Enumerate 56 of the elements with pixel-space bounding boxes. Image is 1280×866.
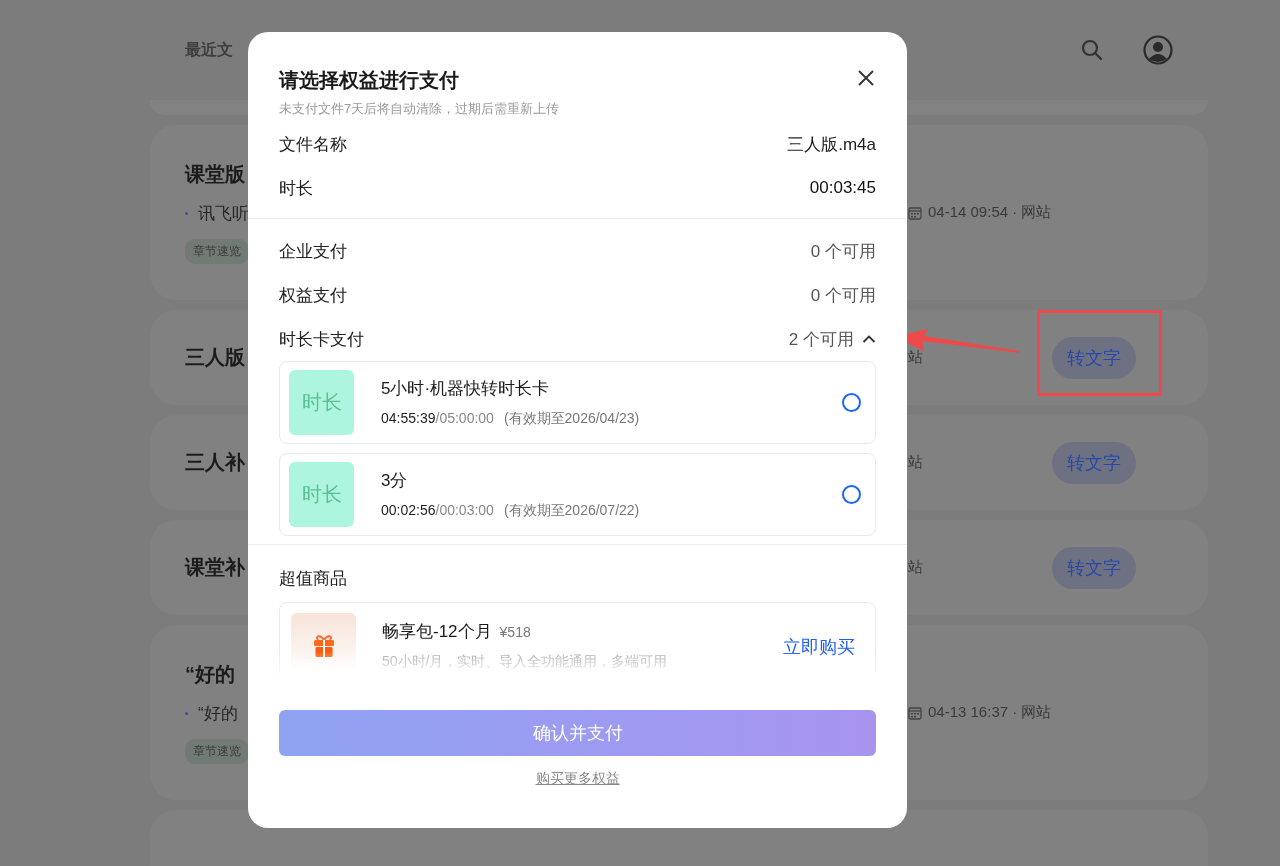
file-meta: 站	[908, 348, 923, 367]
file-title: 三人版	[185, 345, 245, 370]
total-time: /05:00:00	[435, 410, 494, 428]
radio-button[interactable]	[842, 393, 861, 412]
chapter-tag: 章节速览	[185, 739, 249, 764]
card-name: 5小时·机器快转时长卡	[381, 378, 551, 400]
card-badge: 时长	[289, 462, 354, 527]
payment-method: 企业支付	[279, 240, 347, 263]
summary-text: “好的	[198, 703, 238, 725]
field-label: 文件名称	[279, 133, 347, 156]
remaining-time: 00:02:56	[381, 502, 436, 520]
buy-more-link[interactable]: 购买更多权益	[535, 770, 620, 788]
dialog-subtitle: 未支付文件7天后将自动清除，过期后需重新上传	[279, 100, 561, 118]
field-label: 时长	[279, 177, 313, 200]
validity-date: (有效期至2026/07/22)	[503, 502, 640, 520]
file-title: 课堂补	[185, 555, 245, 580]
duration-card[interactable]: 时长 5小时·机器快转时长卡 04:55:39/05:00:00 (有效期至2026/04/23)	[279, 361, 876, 444]
available-count: 2 个可用	[788, 328, 854, 351]
card-badge: 时长	[289, 370, 354, 435]
payment-method: 权益支付	[279, 284, 347, 307]
product-description: 50小时/月，实时、导入全功能通用，多端可用	[382, 653, 669, 671]
available-count: 0 个可用	[810, 284, 876, 307]
search-icon[interactable]	[1081, 39, 1103, 61]
file-meta: 04-13 16:37 · 网站	[928, 703, 1052, 722]
section-title: 最近文	[185, 39, 234, 60]
file-title: 三人补	[185, 450, 245, 475]
validity-date: (有效期至2026/04/23)	[503, 410, 640, 428]
file-meta: 站	[908, 558, 923, 577]
file-meta: 站	[908, 453, 923, 472]
file-meta: 04-14 09:54 · 网站	[928, 203, 1052, 222]
bullet-icon	[185, 712, 188, 715]
product-name: 畅享包-12个月	[382, 621, 492, 643]
field-value: 三人版.m4a	[787, 133, 876, 156]
calendar-icon	[908, 205, 922, 220]
dialog-title: 请选择权益进行支付	[279, 68, 459, 93]
duration-card[interactable]: 时长 3分 00:02:56/00:03:00 (有效期至2026/07/22)	[279, 453, 876, 536]
chapter-tag: 章节速览	[185, 239, 249, 264]
summary-text: 讯飞听	[198, 203, 249, 225]
payment-method[interactable]: 时长卡支付	[279, 327, 364, 351]
field-value: 00:03:45	[809, 178, 876, 198]
remaining-time: 04:55:39	[381, 410, 436, 428]
radio-button[interactable]	[842, 485, 861, 504]
file-title: “好的	[185, 662, 235, 687]
avatar-icon[interactable]	[1143, 35, 1173, 65]
file-title: 课堂版	[185, 162, 245, 187]
buy-now-link[interactable]: 立即购买	[783, 635, 855, 659]
bullet-icon	[185, 212, 188, 215]
total-time: /00:03:00	[435, 502, 494, 520]
chevron-icon[interactable]	[862, 334, 876, 344]
card-name: 3分	[381, 470, 409, 492]
calendar-icon	[908, 705, 922, 720]
close-icon[interactable]	[858, 70, 874, 86]
gift-icon	[312, 633, 335, 658]
section-heading: 超值商品	[279, 568, 348, 590]
available-count: 0 个可用	[810, 240, 876, 263]
product-price: ¥518	[499, 624, 531, 640]
